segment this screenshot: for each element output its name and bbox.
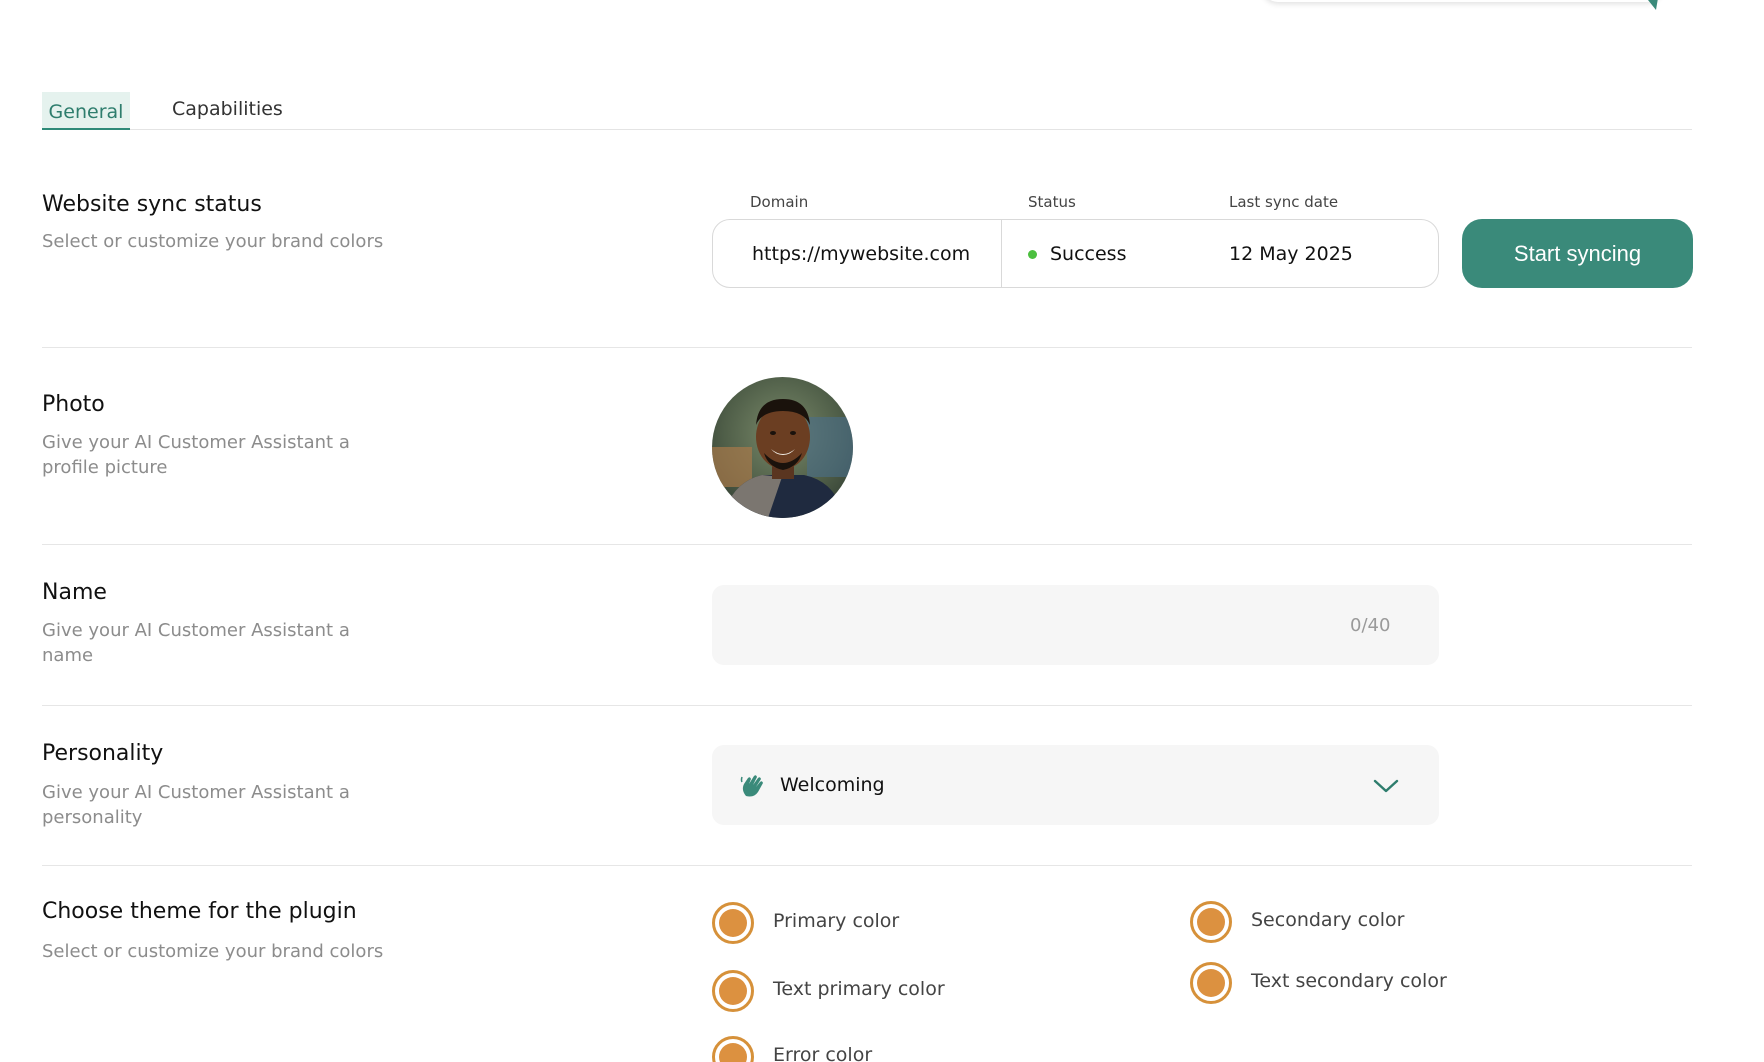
color-label: Error color <box>773 1044 873 1062</box>
section-divider <box>42 347 1692 348</box>
section-divider <box>42 544 1692 545</box>
sync-table-divider <box>1001 220 1002 287</box>
theme-section-title: Choose theme for the plugin <box>42 899 357 924</box>
color-swatch[interactable] <box>1190 962 1232 1004</box>
color-swatch[interactable] <box>712 1036 754 1062</box>
start-syncing-button[interactable]: Start syncing <box>1462 219 1693 288</box>
chat-bubble-icon[interactable] <box>1622 0 1674 10</box>
personality-section-description: Give your AI Customer Assistant a person… <box>42 782 350 828</box>
waving-hand-icon <box>740 775 763 797</box>
sync-section-description: Select or customize your brand colors <box>42 231 384 252</box>
name-input[interactable] <box>712 585 1439 665</box>
section-divider <box>42 865 1692 866</box>
tab-general[interactable]: General <box>42 92 130 130</box>
top-card-partial <box>1262 0 1662 2</box>
color-label: Text secondary color <box>1251 970 1447 992</box>
tab-bar: General Capabilities <box>42 92 1692 130</box>
color-swatch[interactable] <box>712 970 754 1012</box>
photo-section-title: Photo <box>42 392 105 417</box>
avatar[interactable] <box>712 377 853 518</box>
sync-section-title: Website sync status <box>42 192 262 217</box>
color-swatch[interactable] <box>1190 901 1232 943</box>
chevron-down-icon <box>1373 779 1399 793</box>
name-section-title: Name <box>42 580 107 605</box>
section-divider <box>42 705 1692 706</box>
profile-photo <box>712 377 853 518</box>
theme-section-description: Select or customize your brand colors <box>42 941 384 962</box>
color-label: Primary color <box>773 910 900 932</box>
name-char-counter: 0/40 <box>1350 615 1391 636</box>
sync-status-value: Success <box>1050 243 1127 265</box>
personality-section-title: Personality <box>42 741 164 766</box>
photo-section-description: Give your AI Customer Assistant a profil… <box>42 432 350 478</box>
tab-capabilities[interactable]: Capabilities <box>172 98 283 120</box>
status-dot-icon <box>1028 250 1037 259</box>
color-label: Secondary color <box>1251 909 1405 931</box>
sync-date-value: 12 May 2025 <box>1229 243 1353 265</box>
column-domain-label: Domain <box>750 193 809 211</box>
personality-select[interactable]: Welcoming <box>712 745 1439 825</box>
color-swatch[interactable] <box>712 902 754 944</box>
personality-selected-value: Welcoming <box>780 774 885 796</box>
name-section-description: Give your AI Customer Assistant a name <box>42 620 350 666</box>
color-label: Text primary color <box>773 978 945 1000</box>
column-status-label: Status <box>1028 193 1076 211</box>
sync-domain-value: https://mywebsite.com <box>752 243 971 265</box>
column-last-sync-label: Last sync date <box>1229 193 1339 211</box>
